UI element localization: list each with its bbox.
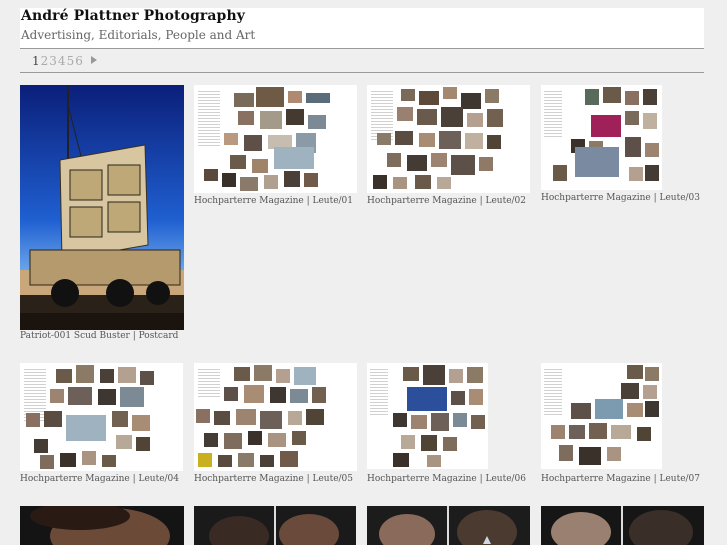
thumbnail-caption[interactable]: Hochparterre Magazine | Leute/06 <box>367 474 526 484</box>
thumbnail-caption[interactable]: Patriot-001 Scud Buster | Postcard <box>20 331 178 341</box>
pagination: 123456 <box>32 54 98 68</box>
page-link-3[interactable]: 3 <box>49 54 57 68</box>
magazine-spread-thumbnail[interactable] <box>367 85 530 193</box>
portrait-photo-thumbnail[interactable] <box>194 506 356 545</box>
page-link-6[interactable]: 6 <box>75 54 83 68</box>
page-link-1[interactable]: 1 <box>32 54 40 68</box>
site-subtitle: Advertising, Editorials, People and Art <box>21 28 256 42</box>
thumbnail-caption[interactable]: Hochparterre Magazine | Leute/03 <box>541 193 700 203</box>
site-title[interactable]: André Plattner Photography <box>21 8 245 24</box>
thumbnail-caption[interactable]: Hochparterre Magazine | Leute/04 <box>20 474 179 484</box>
magazine-spread-thumbnail[interactable] <box>367 363 488 469</box>
page-link-5[interactable]: 5 <box>67 54 75 68</box>
site-header: André Plattner Photography Advertising, … <box>20 8 704 48</box>
header-divider <box>20 48 704 49</box>
next-page-arrow-icon[interactable] <box>90 56 97 64</box>
pagination-divider <box>20 72 704 73</box>
patriot-missile-launcher-photo[interactable] <box>20 85 184 330</box>
thumbnail-caption[interactable]: Hochparterre Magazine | Leute/02 <box>367 196 526 206</box>
portrait-photo-thumbnail[interactable] <box>541 506 704 545</box>
magazine-spread-thumbnail[interactable] <box>541 85 662 190</box>
thumbnail-caption[interactable]: Hochparterre Magazine | Leute/05 <box>194 474 353 484</box>
magazine-spread-thumbnail[interactable] <box>194 363 357 471</box>
page-link-4[interactable]: 4 <box>58 54 66 68</box>
magazine-spread-thumbnail[interactable] <box>20 363 183 471</box>
magazine-spread-thumbnail[interactable] <box>194 85 357 193</box>
portrait-photo-thumbnail[interactable] <box>20 506 184 545</box>
portrait-photo-thumbnail[interactable] <box>367 506 530 545</box>
thumbnail-caption[interactable]: Hochparterre Magazine | Leute/07 <box>541 474 700 484</box>
thumbnail-caption[interactable]: Hochparterre Magazine | Leute/01 <box>194 196 353 206</box>
page-link-2[interactable]: 2 <box>41 54 49 68</box>
magazine-spread-thumbnail[interactable] <box>541 363 662 469</box>
